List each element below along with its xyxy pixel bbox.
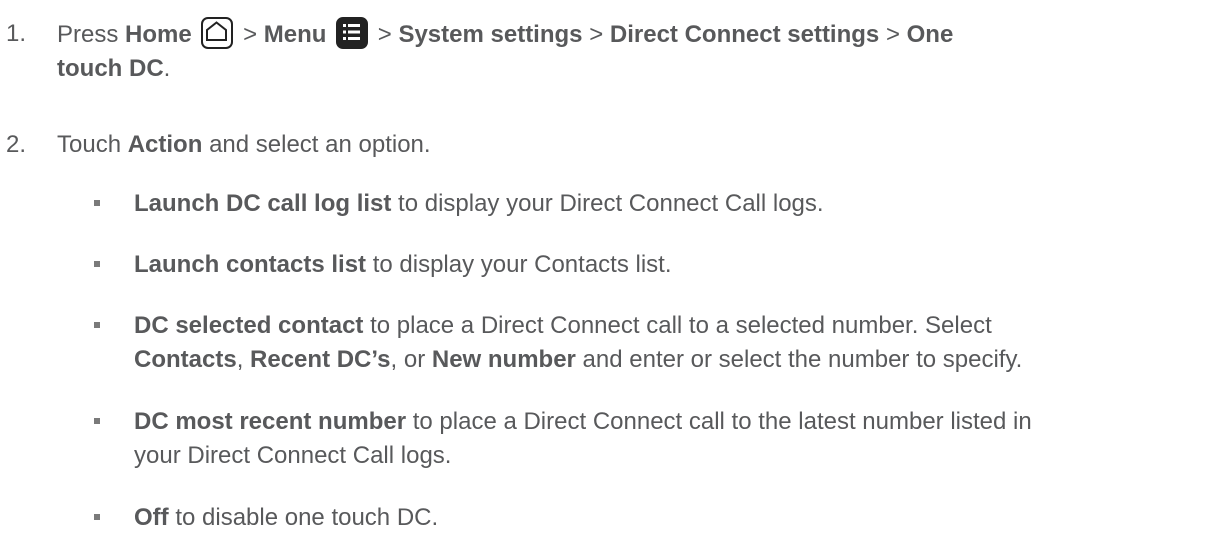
menu-label: Menu [263, 21, 327, 48]
bullet-icon [94, 322, 100, 328]
action-label: Action [127, 131, 203, 158]
step-number: 2. [6, 131, 27, 158]
home-icon [201, 17, 234, 49]
home-label: Home [125, 21, 192, 48]
dc-settings-label: Direct Connect settings [609, 21, 880, 48]
bullet-icon [94, 261, 100, 267]
bullet-icon [94, 418, 100, 424]
bullet-icon [94, 200, 100, 206]
one-touch-label-b: touch DC [57, 55, 164, 82]
step-text: Press Home > Menu > System settings > Di… [57, 17, 1207, 86]
one-touch-label-a: One [906, 21, 954, 48]
menu-icon [336, 17, 369, 49]
step-number: 1. [6, 20, 27, 47]
bullet-icon [94, 514, 100, 520]
system-settings-label: System settings [398, 21, 583, 48]
step-text: Touch Action and select an option. [57, 131, 431, 158]
